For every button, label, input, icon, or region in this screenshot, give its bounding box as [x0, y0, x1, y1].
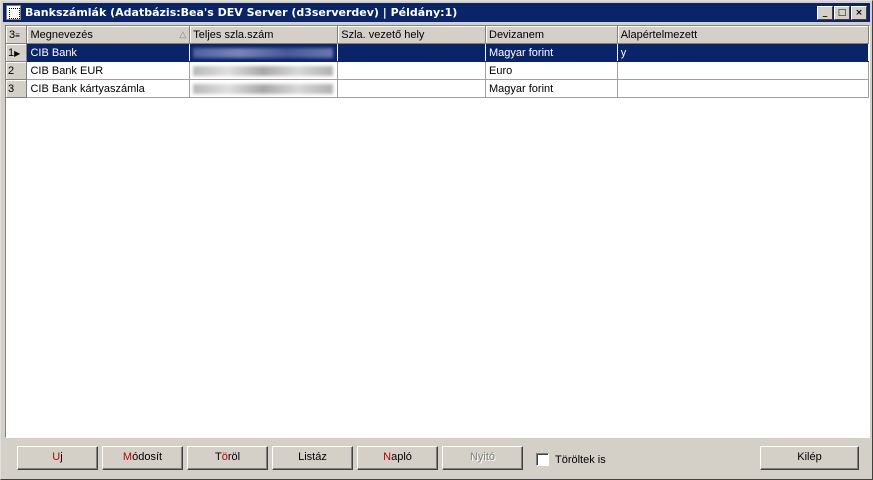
- open-button[interactable]: Nyitó: [442, 446, 523, 470]
- column-header-currency[interactable]: Devizanem: [485, 26, 618, 44]
- log-button[interactable]: Napló: [357, 446, 438, 470]
- column-header-name[interactable]: Megnevezés △: [26, 26, 191, 44]
- cell-branch[interactable]: [337, 43, 486, 62]
- cell-branch[interactable]: [337, 79, 486, 98]
- grid-header: 3≡ Megnevezés △ Teljes szla.szám Szla. ve…: [6, 26, 869, 44]
- column-chooser-icon[interactable]: ≡: [15, 31, 20, 40]
- cell-default[interactable]: [617, 61, 869, 80]
- cell-name[interactable]: CIB Bank kártyaszámla: [26, 79, 191, 98]
- exit-button[interactable]: Kilép: [760, 446, 859, 470]
- cell-name[interactable]: CIB Bank EUR: [26, 61, 191, 80]
- cell-currency[interactable]: Magyar forint: [485, 43, 618, 62]
- cell-currency[interactable]: Magyar forint: [485, 79, 618, 98]
- table-row[interactable]: 1▶ CIB Bank Magyar forint y: [6, 43, 869, 62]
- cell-default[interactable]: [617, 79, 869, 98]
- title-bar[interactable]: Bankszámlák (Adatbázis:Bea's DEV Server …: [3, 3, 870, 22]
- record-count-header[interactable]: 3≡: [6, 26, 28, 44]
- row-indicator[interactable]: 3: [6, 79, 28, 98]
- row-indicator[interactable]: 2: [6, 61, 28, 80]
- cell-account-number[interactable]: [189, 61, 339, 80]
- table-row[interactable]: 3 CIB Bank kártyaszámla Magyar forint: [6, 79, 869, 98]
- cell-name[interactable]: CIB Bank: [26, 43, 191, 62]
- redacted-account-number: [193, 47, 334, 58]
- minimize-button[interactable]: _: [817, 6, 833, 20]
- table-row[interactable]: 2 CIB Bank EUR Euro: [6, 61, 869, 80]
- accounts-grid[interactable]: 3≡ Megnevezés △ Teljes szla.szám Szla. ve…: [5, 25, 870, 438]
- edit-button[interactable]: Módosít: [102, 446, 183, 470]
- column-header-branch[interactable]: Szla. vezető hely: [337, 26, 486, 44]
- cell-default[interactable]: y: [617, 43, 869, 62]
- redacted-account-number: [193, 83, 334, 94]
- column-header-account-number[interactable]: Teljes szla.szám: [189, 26, 339, 44]
- close-button[interactable]: ×: [851, 6, 867, 20]
- show-deleted-label[interactable]: Töröltek is: [555, 454, 606, 466]
- cell-account-number[interactable]: [189, 43, 339, 62]
- cell-account-number[interactable]: [189, 79, 339, 98]
- bank-accounts-window: Bankszámlák (Adatbázis:Bea's DEV Server …: [0, 0, 873, 480]
- current-row-arrow-icon: ▶: [14, 48, 21, 58]
- sort-ascending-icon: △: [179, 28, 187, 39]
- redacted-account-number: [193, 65, 334, 76]
- list-button[interactable]: Listáz: [272, 446, 353, 470]
- app-icon[interactable]: [6, 5, 21, 20]
- delete-button[interactable]: Töröl: [187, 446, 268, 470]
- row-indicator[interactable]: 1▶: [6, 43, 28, 62]
- maximize-button[interactable]: □: [834, 6, 850, 20]
- window-title: Bankszámlák (Adatbázis:Bea's DEV Server …: [25, 6, 458, 19]
- button-bar: Uj Módosít Töröl Listáz Napló Nyitó Törö…: [5, 439, 870, 477]
- cell-branch[interactable]: [337, 61, 486, 80]
- cell-currency[interactable]: Euro: [485, 61, 618, 80]
- show-deleted-checkbox[interactable]: [536, 453, 549, 466]
- new-button[interactable]: Uj: [17, 446, 98, 470]
- column-header-default[interactable]: Alapértelmezett: [617, 26, 869, 44]
